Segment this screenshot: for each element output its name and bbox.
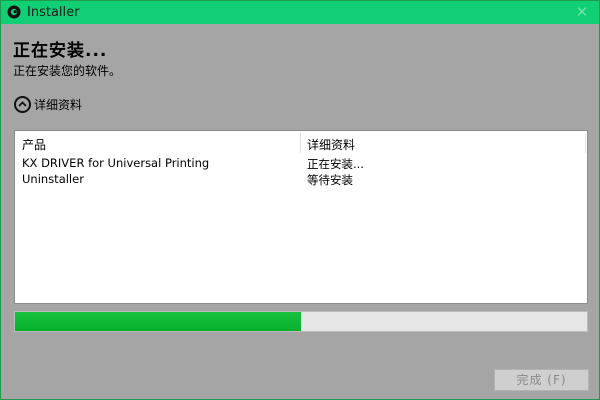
details-toggle-button[interactable]: 详细资料 — [14, 94, 82, 114]
column-divider[interactable] — [300, 133, 301, 153]
list-item[interactable]: KX DRIVER for Universal Printing 正在安装... — [15, 156, 587, 172]
column-divider[interactable] — [585, 133, 586, 153]
installer-window: Installer ✕ 正在安装... 正在安装您的软件。 详细资料 产品 详细… — [0, 0, 600, 400]
page-subheading: 正在安装您的软件。 — [13, 64, 122, 78]
details-toggle-label: 详细资料 — [34, 97, 83, 112]
window-title: Installer — [27, 5, 80, 20]
page-heading: 正在安装... — [13, 41, 108, 61]
finish-button[interactable]: 完成 (F) — [494, 369, 589, 391]
chevron-up-icon — [14, 95, 31, 113]
close-button[interactable]: ✕ — [573, 3, 591, 21]
column-header-product[interactable]: 产品 — [22, 136, 46, 153]
progress-bar-fill — [15, 312, 301, 331]
list-item-product: KX DRIVER for Universal Printing — [22, 156, 210, 170]
title-bar[interactable]: Installer ✕ — [1, 1, 599, 24]
list-item[interactable]: Uninstaller 等待安装 — [15, 172, 587, 188]
product-list[interactable]: 产品 详细资料 KX DRIVER for Universal Printing… — [14, 130, 588, 304]
list-item-status: 等待安装 — [307, 173, 353, 187]
list-item-product: Uninstaller — [22, 172, 84, 186]
list-item-status: 正在安装... — [307, 157, 364, 171]
progress-bar — [14, 311, 588, 332]
list-header: 产品 详细资料 — [15, 131, 587, 153]
app-logo-icon — [7, 5, 21, 19]
column-header-details[interactable]: 详细资料 — [307, 136, 355, 153]
